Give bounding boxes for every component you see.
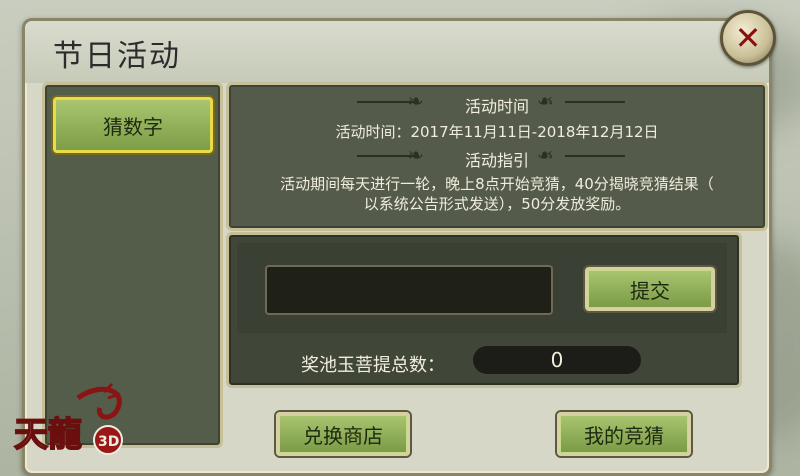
swirl-ornament-icon: ❧ bbox=[537, 143, 554, 167]
submit-label: 提交 bbox=[630, 278, 670, 303]
guide-text-line2: 以系统公告形式发送），50分发放奖励。 bbox=[363, 195, 631, 213]
time-heading: 活动时间 bbox=[464, 97, 529, 116]
prize-pool-value: 0 bbox=[473, 346, 641, 374]
guess-number-input[interactable] bbox=[265, 265, 553, 315]
close-icon: ✕ bbox=[734, 19, 762, 57]
guide-heading: 活动指引 bbox=[464, 151, 529, 170]
divider-ornament bbox=[565, 155, 625, 157]
svg-text:3D: 3D bbox=[98, 434, 119, 450]
window-title: 节日活动 bbox=[53, 39, 181, 74]
dragon-logo-icon: 天龍 3D bbox=[13, 382, 123, 456]
game-logo: 天龍 3D bbox=[8, 378, 128, 470]
my-guess-label: 我的竞猜 bbox=[584, 423, 664, 448]
submit-button[interactable]: 提交 bbox=[585, 267, 715, 311]
prize-pool-label: 奖池玉菩提总数： bbox=[301, 355, 445, 376]
guide-text-line1: 活动期间每天进行一轮，晚上8点开始竞猜，40分揭晓竞猜结果（ bbox=[280, 175, 714, 193]
guess-panel: 提交 奖池玉菩提总数： 0 bbox=[226, 232, 742, 388]
exchange-shop-label: 兑换商店 bbox=[303, 423, 383, 448]
activity-time-text: 活动时间：2017年11月11日-2018年12月12日 bbox=[335, 123, 659, 141]
sidebar-item-guess-number[interactable]: 猜数字 bbox=[53, 97, 213, 153]
exchange-shop-button[interactable]: 兑换商店 bbox=[276, 412, 410, 456]
activity-info-panel: ❧ 活动时间 ❧ 活动时间：2017年11月11日-2018年12月12日 ❧ … bbox=[226, 82, 768, 231]
title-bar: 节日活动 bbox=[25, 21, 769, 83]
svg-text:天龍: 天龍 bbox=[14, 415, 82, 455]
sidebar-item-label: 猜数字 bbox=[103, 114, 163, 139]
divider-ornament bbox=[565, 101, 625, 103]
my-guess-button[interactable]: 我的竞猜 bbox=[557, 412, 691, 456]
swirl-ornament-icon: ❧ bbox=[537, 89, 554, 113]
guess-input-area: 提交 bbox=[237, 243, 727, 333]
close-button[interactable]: ✕ bbox=[720, 10, 776, 66]
